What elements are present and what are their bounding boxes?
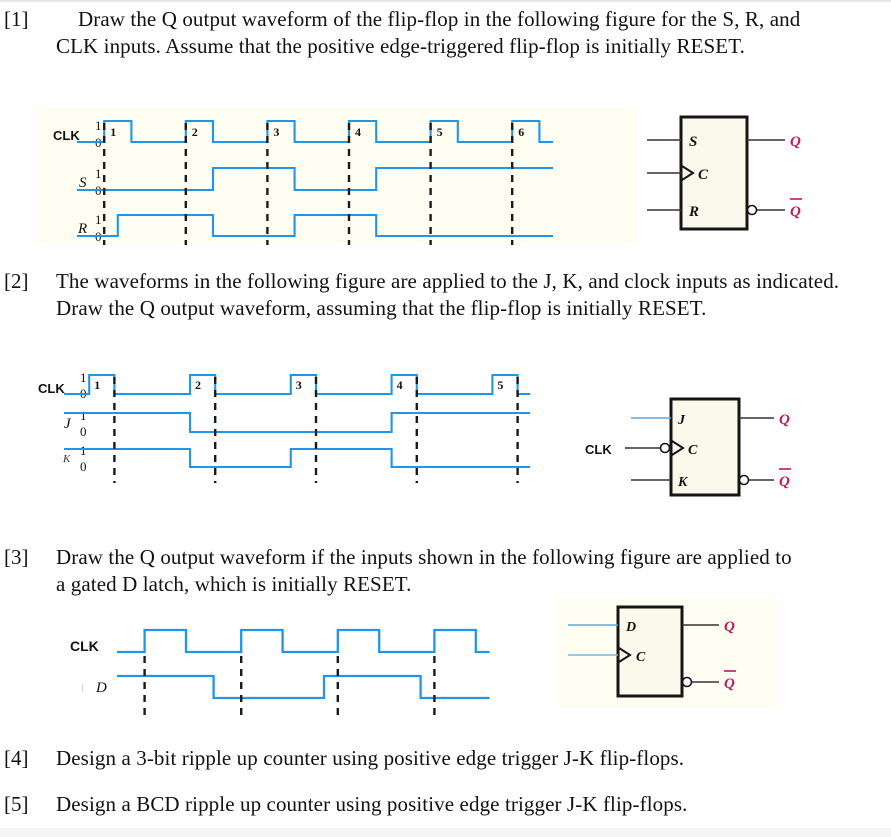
figure-2-label-clk: CLK	[38, 381, 65, 396]
qbar-bubble-icon	[746, 204, 758, 216]
pulse-number: 5	[437, 125, 443, 139]
figure-1-symbol: S C R Q Q	[645, 105, 885, 245]
figure-1-traces	[77, 119, 553, 238]
figure-3-symbol-svg: D C Q Q	[568, 605, 736, 698]
figure-1-s-hi: 1	[95, 166, 102, 181]
figure-2-k-hi: 1	[80, 443, 87, 458]
symbol-output-q: Q	[724, 619, 735, 635]
question-4-text: Design a 3-bit ripple up counter using p…	[56, 746, 685, 770]
symbol-output-qbar: Q	[779, 474, 790, 490]
figure-1-waveforms: CLK 1 0 S 1 0 R 1 0 123456	[35, 105, 640, 247]
bottom-divider	[0, 828, 891, 837]
pulse-number: 1	[110, 125, 116, 139]
figure-1-svg: CLK 1 0 S 1 0 R 1 0 123456	[53, 118, 553, 245]
question-5: [5] Design a BCD ripple up counter using…	[4, 791, 834, 818]
waveform-trace	[117, 628, 490, 654]
question-4-number: [4]	[4, 746, 29, 770]
question-3-text: Draw the Q output waveform if the inputs…	[56, 545, 792, 596]
waveform-trace	[77, 213, 553, 238]
waveform-trace	[77, 119, 553, 144]
symbol-label-s: S	[689, 134, 697, 150]
symbol-output-q: Q	[790, 134, 801, 150]
waveform-trace	[77, 166, 553, 192]
figure-3-symbol: D C Q Q	[556, 598, 786, 710]
question-3: [3] Draw the Q output waveform if the in…	[4, 544, 804, 598]
symbol-output-qbar: Q	[724, 676, 735, 692]
figure-2-symbol: CLK J C K Q Q	[578, 392, 878, 504]
figure-2-j-hi: 1	[80, 408, 87, 423]
question-5-number: [5]	[4, 792, 29, 816]
question-2-number: [2]	[4, 269, 29, 293]
pulse-number: 3	[296, 378, 302, 392]
question-2-text: The waveforms in the following figure ar…	[56, 269, 840, 320]
figure-2-svg: CLK 1 0 J 1 0 K 1 0 12345	[38, 370, 531, 483]
symbol-label-r: R	[688, 204, 699, 220]
question-4: [4] Design a 3-bit ripple up counter usi…	[4, 745, 834, 772]
pulse-number: 2	[195, 378, 201, 392]
figure-3-edge-markers	[143, 656, 436, 718]
figure-2-symbol-svg: CLK J C K Q Q	[585, 397, 791, 497]
figure-3-svg: CLK | D	[70, 628, 490, 718]
figure-2-waveforms: CLK 1 0 J 1 0 K 1 0 12345	[24, 365, 584, 495]
figure-3-tick-mark: |	[82, 683, 84, 692]
figure-1-label-s: S	[79, 175, 87, 191]
figure-2-j-lo: 0	[80, 424, 87, 439]
symbol-label-d: D	[625, 620, 636, 635]
question-1-number: [1]	[4, 7, 29, 31]
figure-1-r-hi: 1	[95, 212, 102, 227]
question-2: [2] The waveforms in the following figur…	[4, 268, 850, 322]
figure-3-label-d: D	[95, 680, 107, 696]
pulse-number: 2	[192, 125, 198, 139]
clock-bubble-icon	[659, 442, 671, 454]
figure-3-waveforms: CLK | D	[62, 618, 492, 723]
question-1: [1] Draw the Q output waveform of the fl…	[4, 6, 832, 60]
figure-2-label-k: K	[62, 453, 71, 465]
figure-1-symbol-svg: S C R Q Q	[647, 115, 802, 231]
top-divider	[0, 0, 891, 2]
pulse-number: 1	[94, 378, 100, 392]
figure-2-pulse-numbers: 1 2 3 4 5	[94, 378, 503, 392]
figure-3-label-clk: CLK	[70, 638, 99, 654]
symbol-label-c: C	[688, 443, 698, 458]
question-1-text: Draw the Q output waveform of the flip-f…	[56, 7, 801, 58]
waveform-trace	[64, 411, 531, 434]
symbol-output-q: Q	[779, 412, 790, 428]
figure-1-pulse-numbers: 1 2 3 4 5 6	[110, 125, 524, 139]
symbol-label-j: J	[677, 413, 686, 428]
pulse-number: 6	[518, 125, 524, 139]
qbar-bubble-icon	[681, 676, 693, 688]
symbol-label-k: K	[677, 475, 689, 490]
figure-1-label-r: R	[77, 221, 87, 237]
figure-2-label-j: J	[64, 416, 72, 432]
pulse-number: 5	[497, 378, 503, 392]
figure-2-k-lo: 0	[80, 459, 87, 474]
figure-1-clk-hi: 1	[95, 118, 102, 133]
figure-2-clk-hi: 1	[80, 370, 87, 385]
symbol-label-c: C	[698, 167, 709, 183]
pulse-number: 3	[273, 125, 279, 139]
symbol-label-c: C	[636, 650, 646, 665]
pulse-number: 4	[355, 125, 361, 139]
figure-2-symbol-clk-label: CLK	[585, 442, 612, 457]
question-5-text: Design a BCD ripple up counter using pos…	[56, 792, 688, 816]
pulse-number: 4	[397, 378, 403, 392]
worksheet-page: [1] Draw the Q output waveform of the fl…	[0, 0, 891, 837]
qbar-bubble-icon	[738, 474, 750, 486]
symbol-output-qbar: Q	[790, 204, 801, 220]
figure-1-label-clk: CLK	[53, 128, 80, 143]
question-3-number: [3]	[4, 545, 29, 569]
waveform-trace	[64, 447, 531, 469]
